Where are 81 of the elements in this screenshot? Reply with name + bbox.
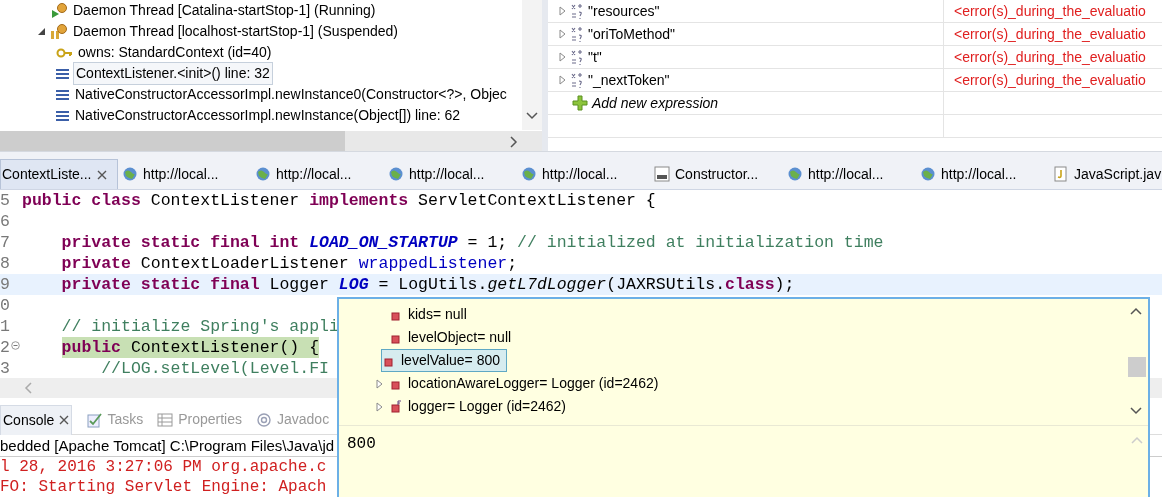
- expression-name: "_nextToken": [588, 70, 670, 90]
- scroll-down-icon: [1130, 407, 1142, 415]
- scroll-up-icon: [1130, 307, 1142, 315]
- scroll-down-icon: [526, 112, 538, 120]
- add-expression-link[interactable]: Add new expression: [592, 92, 719, 114]
- editor-tab[interactable]: http://local...: [916, 159, 1049, 189]
- line-number: 9: [0, 275, 10, 294]
- vertical-scrollbar[interactable]: [522, 0, 542, 130]
- variable-detail: 800: [347, 435, 376, 453]
- variable-item[interactable]: levelValue= 800: [381, 349, 507, 372]
- code-line: private ContextLoaderListener wrappedListener;: [60, 253, 518, 274]
- tasks-icon: [86, 411, 103, 428]
- code-line: // initialize Spring's appli: [60, 316, 339, 337]
- line-number: 7: [0, 233, 10, 252]
- javascript-file-icon: [1053, 166, 1069, 182]
- line-number: 5: [0, 191, 10, 210]
- expression-icon: [570, 26, 584, 42]
- scroll-right-icon: [510, 136, 518, 148]
- scroll-left-icon: [24, 382, 32, 394]
- close-icon[interactable]: [59, 415, 70, 425]
- globe-icon: [521, 166, 537, 182]
- thread-item[interactable]: Daemon Thread [Catalina-startStop-1] (Running): [71, 0, 378, 21]
- stack-frame-icon: [56, 89, 69, 100]
- thread-item[interactable]: Daemon Thread [localhost-startStop-1] (Suspended): [71, 21, 401, 42]
- view-tab[interactable]: Console: [0, 404, 73, 435]
- expression-value: <error(s)_during_the_evaluatio: [953, 24, 1146, 44]
- code-line: private static final int LOAD_ON_STARTUP = 1; // initialized at initialization time: [60, 232, 884, 253]
- final-field-icon: [389, 399, 402, 414]
- horizontal-scrollbar[interactable]: [0, 131, 542, 151]
- expression-value: <error(s)_during_the_evaluatio: [953, 1, 1146, 21]
- editor-tab[interactable]: http://local...: [251, 159, 384, 189]
- variable-item[interactable]: levelObject= null: [389, 327, 518, 348]
- code-line: private static final Logger LOG = LogUtils.getL7dLogger(JAXRSUtils.class);: [60, 274, 795, 295]
- class-file-icon: [654, 166, 670, 182]
- variable-item[interactable]: logger= Logger (id=2462): [389, 396, 572, 417]
- plus-icon: [572, 95, 588, 111]
- expression-icon: [570, 49, 584, 65]
- globe-icon: [388, 166, 404, 182]
- code-line: //LOG.setLevel(Level.FI: [100, 358, 329, 379]
- globe-icon: [255, 166, 271, 182]
- line-number: 1: [0, 317, 10, 336]
- expression-value: <error(s)_during_the_evaluatio: [953, 47, 1146, 67]
- expression-name: "resources": [588, 1, 660, 21]
- thread-running-icon: [50, 2, 67, 19]
- expression-icon: [570, 3, 584, 19]
- line-number: 2: [0, 338, 10, 357]
- stack-frame-icon: [56, 68, 69, 79]
- editor-tab[interactable]: Constructor...: [650, 159, 783, 189]
- editor-tab[interactable]: http://local...: [384, 159, 517, 189]
- properties-icon: [157, 411, 174, 428]
- close-icon[interactable]: [96, 169, 107, 180]
- console-line: FO: Starting Servlet Engine: Apach: [0, 477, 328, 497]
- variable-item[interactable]: kids= null: [389, 304, 473, 325]
- globe-icon: [122, 166, 138, 182]
- scroll-up-icon: [1131, 436, 1143, 444]
- editor-tab[interactable]: JavaScript.jav: [1049, 159, 1162, 189]
- at-sign-icon: [256, 411, 272, 428]
- editor-tab[interactable]: ContextListe...: [0, 159, 118, 189]
- monitor-item[interactable]: owns: StandardContext (id=40): [76, 42, 274, 63]
- variable-item[interactable]: locationAwareLogger= Logger (id=2462): [389, 373, 665, 394]
- stack-frame-item[interactable]: ContextListener.<init>() line: 32: [73, 62, 273, 85]
- line-number: 0: [0, 296, 10, 315]
- globe-icon: [920, 166, 936, 182]
- stack-frame-icon: [56, 110, 69, 121]
- expression-name: "t": [588, 47, 602, 67]
- expression-icon: [570, 72, 584, 88]
- editor-tab[interactable]: http://local...: [517, 159, 650, 189]
- line-number: 6: [0, 212, 10, 231]
- globe-icon: [787, 166, 803, 182]
- line-number: 3: [0, 359, 10, 378]
- expression-name: "oriToMethod": [588, 24, 675, 44]
- editor-tab[interactable]: http://local...: [783, 159, 916, 189]
- expression-value: <error(s)_during_the_evaluatio: [953, 70, 1146, 90]
- scrollbar-thumb[interactable]: [1128, 357, 1146, 377]
- editor-tab[interactable]: http://local...: [118, 159, 251, 189]
- stack-frame-item[interactable]: NativeConstructorAccessorImpl.newInstance0(Constructor<?>, Objec: [73, 84, 509, 105]
- code-line: public class ContextListener implements ServletContextListener {: [22, 190, 656, 211]
- thread-suspended-icon: [50, 23, 67, 40]
- console-line: l 28, 2016 3:27:06 PM org.apache.c: [0, 457, 328, 477]
- line-number: 8: [0, 254, 10, 273]
- stack-frame-item[interactable]: NativeConstructorAccessorImpl.newInstance(Object[]) line: 62: [73, 105, 463, 126]
